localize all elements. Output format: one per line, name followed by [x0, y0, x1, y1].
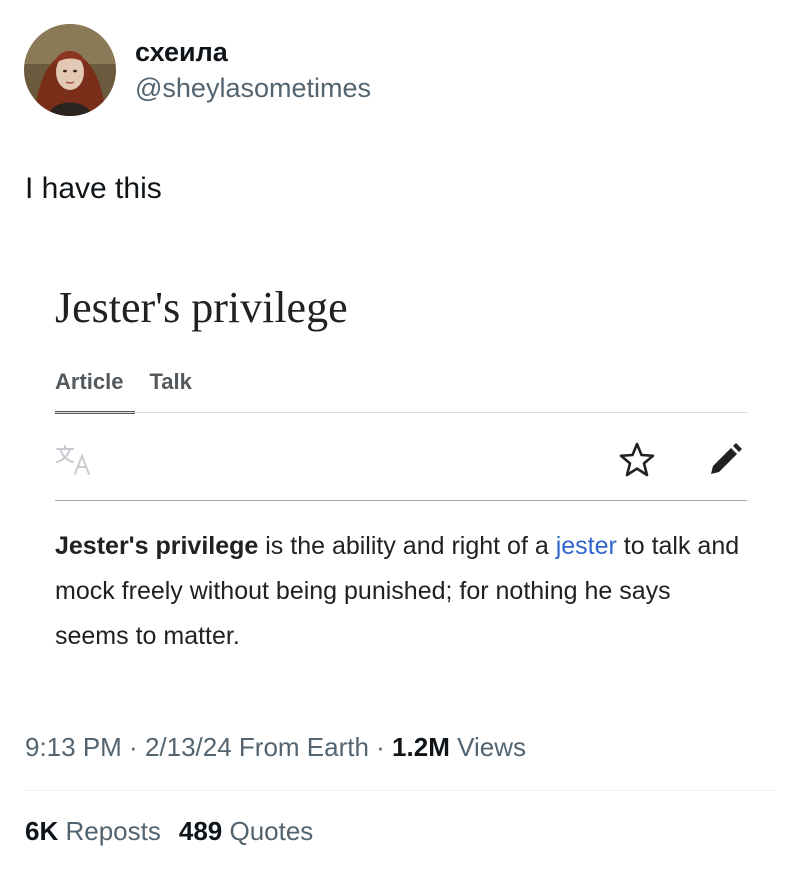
tweet-header: схеила @sheylasometimes — [24, 22, 371, 118]
avatar[interactable] — [24, 24, 116, 116]
wiki-body-bold: Jester's privilege — [55, 532, 259, 560]
wiki-screenshot: Jester's privilege Article Talk Jester's… — [55, 280, 747, 650]
wiki-body-mid: is the ability and right of a — [258, 532, 556, 560]
star-icon[interactable] — [617, 440, 657, 485]
wiki-body: Jester's privilege is the ability and ri… — [55, 524, 747, 659]
tweet-text: I have this — [25, 172, 162, 205]
handle[interactable]: @sheylasometimes — [135, 71, 371, 105]
reposts-label[interactable]: Reposts — [58, 816, 160, 846]
jester-link[interactable]: jester — [556, 532, 617, 560]
wiki-toolbar — [55, 440, 747, 480]
tabs-divider — [55, 412, 747, 413]
display-name[interactable]: схеила — [135, 35, 371, 69]
views-count[interactable]: 1.2M — [392, 732, 450, 762]
tweet-source: From Earth — [231, 732, 369, 762]
translate-icon[interactable] — [55, 444, 95, 481]
views-label: Views — [449, 732, 526, 762]
toolbar-divider — [55, 500, 747, 501]
tab-talk[interactable]: Talk — [149, 368, 191, 396]
edit-icon[interactable] — [705, 440, 745, 485]
tab-article[interactable]: Article — [55, 368, 123, 396]
stats-divider — [25, 790, 775, 791]
quotes-count[interactable]: 489 — [179, 816, 222, 846]
author-names: схеила @sheylasometimes — [135, 35, 371, 105]
reposts-count[interactable]: 6K — [25, 816, 58, 846]
tweet-date[interactable]: 2/13/24 — [145, 732, 232, 762]
meta-separator: · — [121, 732, 145, 762]
quotes-label[interactable]: Quotes — [222, 816, 313, 846]
meta-separator: · — [368, 732, 393, 762]
tweet-stats: 6K Reposts 489 Quotes — [25, 814, 313, 848]
tweet-meta: 9:13 PM · 2/13/24 From Earth · 1.2M View… — [25, 730, 526, 764]
wiki-title: Jester's privilege — [55, 283, 348, 332]
wiki-tabs: Article Talk — [55, 368, 218, 396]
tweet-time[interactable]: 9:13 PM — [25, 732, 122, 762]
